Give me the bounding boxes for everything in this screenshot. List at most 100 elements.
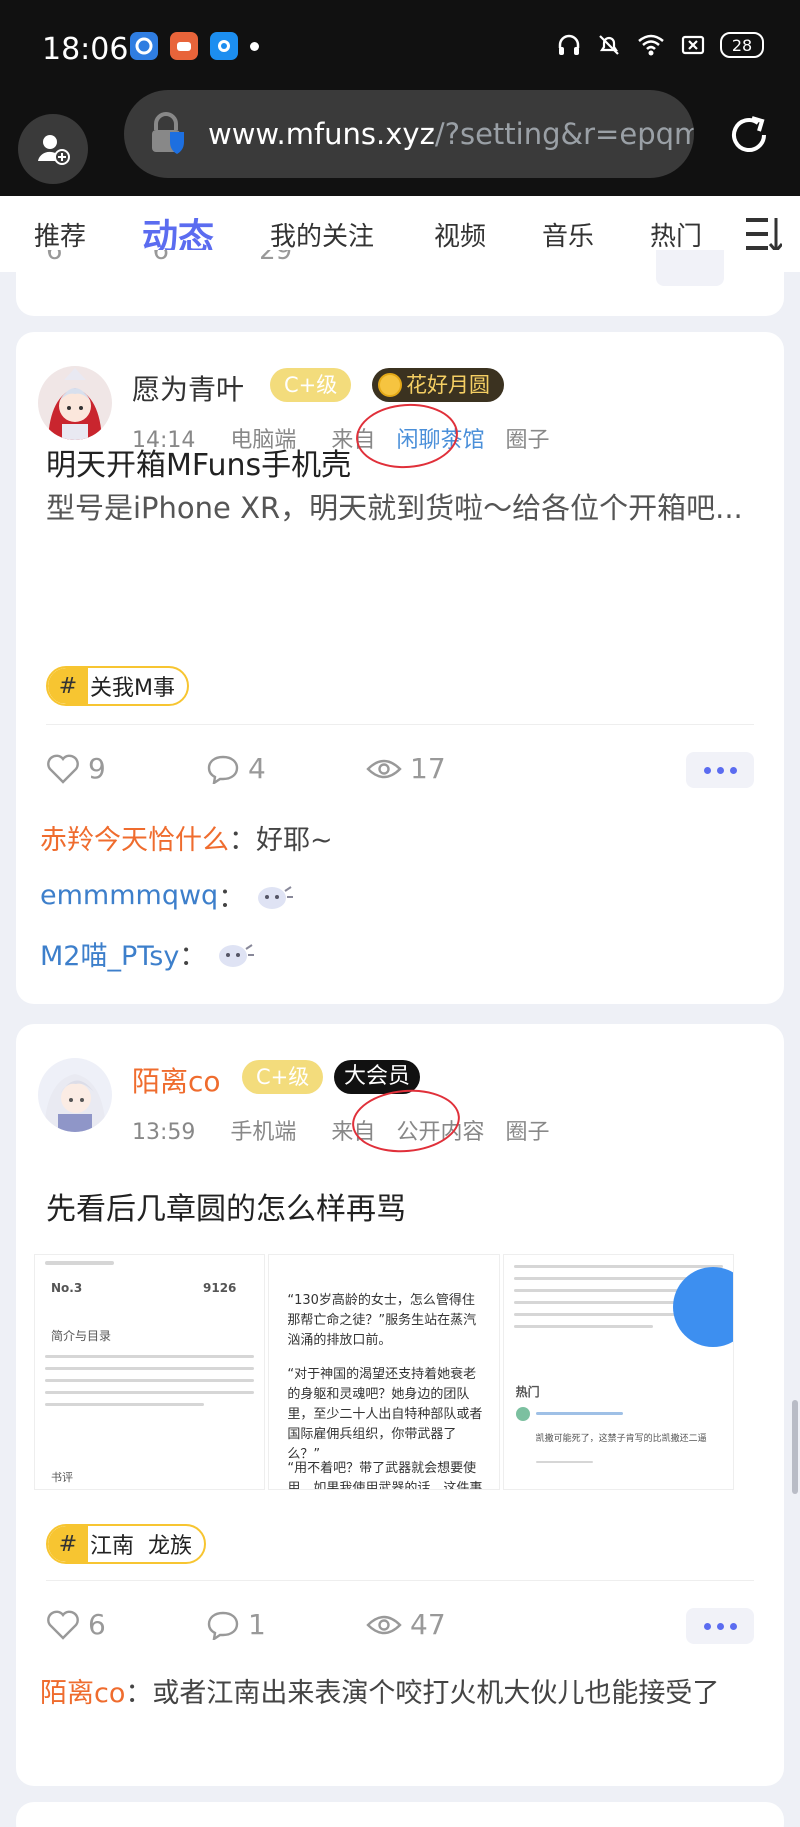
author-name[interactable]: 愿为青叶 [132,368,244,408]
tab-following[interactable]: 我的关注 [270,216,374,253]
comment-preview[interactable]: 陌离co：或者江南出来表演个咬打火机大伙儿也能接受了 [40,1672,760,1716]
gallery-image-book-info[interactable]: No.3 9126 简介与目录 书评 [34,1254,266,1490]
medal-badge: 花好月圆 [372,368,504,402]
divider [46,1580,754,1581]
tab-menu-icon[interactable] [744,214,782,254]
level-badge: C+级 [270,368,352,402]
author-name[interactable]: 陌离co [132,1060,221,1100]
battery-icon: 28 [720,32,764,58]
circle-suffix: 圈子 [505,428,550,453]
url-text: www.mfuns.xyz/?setting&r=epqm [208,117,694,151]
comment-text: ：或者江南出来表演个咬打火机大伙儿也能接受了 [125,1678,720,1709]
emoji-sticker-icon [258,885,294,909]
view-count: 47 [410,1608,446,1641]
views-stat: 47 [366,1608,446,1641]
heart-icon [47,1610,79,1640]
sim-off-icon [681,35,705,55]
gallery-image-comments[interactable]: 热门 凯撒可能死了，这禁子肯写的比凯撒还二逼 [502,1254,734,1490]
hash-icon: # [48,668,88,704]
gallery-image-book-text[interactable]: “130岁高龄的女士，怎么管得住那帮亡命之徒？”服务生站在蒸汽汹涌的排放口前。 … [268,1254,500,1490]
comment-count: 1 [248,1608,266,1641]
avatar[interactable] [38,366,112,440]
comment-text: ：好耶~ [229,825,333,856]
post-excerpt[interactable]: 型号是iPhone XR，明天就到货啦～给各位个开箱吧... [46,486,754,530]
add-user-icon [38,135,70,165]
tab-video[interactable]: 视频 [434,216,486,253]
previous-post-stats: 6 6 29 [46,250,292,280]
app2-notification-icon [210,32,238,60]
comment-preview[interactable]: emmmmqwq ： [40,876,295,915]
prev-view-count: 29 [259,250,293,266]
wifi-icon [638,34,664,56]
divider [46,724,754,725]
clock: 18:06 [42,32,129,67]
system-icons: 28 [556,32,764,58]
previous-post-card: 6 6 29 [16,250,784,316]
avatar[interactable] [38,1058,112,1132]
prev-comment-count: 6 [152,250,170,266]
comment-user[interactable]: M2喵_PTsy [40,934,179,973]
more-button[interactable] [686,1608,754,1644]
address-bar[interactable]: www.mfuns.xyz/?setting&r=epqm [124,90,694,178]
notification-icons [130,32,259,60]
mute-bell-icon [599,35,619,55]
like-count: 6 [88,1608,106,1641]
coin-icon [378,373,402,397]
post-card: 愿为青叶 C+级 花好月圆 14:14 电脑端 来自 闲聊茶馆 圈子 明天开箱M… [16,332,784,1004]
post-time: 13:59 [132,1120,196,1145]
comment-icon [207,755,239,784]
tab-music[interactable]: 音乐 [542,216,594,253]
medal-label: 花好月圆 [406,373,490,397]
eye-icon [366,1615,402,1634]
hashtag-chip[interactable]: # 江南 龙族 [46,1524,206,1564]
tab-recommend[interactable]: 推荐 [34,216,86,253]
eye-icon [366,759,402,778]
view-count: 17 [410,752,446,785]
comment-preview[interactable]: M2喵_PTsy ： [40,934,256,973]
hashtag-label: 关我M事 [90,676,175,701]
hashtag-chip[interactable]: # 关我M事 [46,666,189,706]
heart-icon [47,754,79,784]
more-notifications-dot [250,41,259,51]
comment-icon [207,1611,239,1640]
prev-like-count: 6 [46,250,63,266]
like-count: 9 [88,752,106,785]
game-notification-icon [170,32,198,60]
post-card: 陌离co C+级 大会员 13:59 手机端 来自 公开内容 圈子 先看后几章圆… [16,1024,784,1786]
comment-text: ： [179,941,207,972]
profile-button[interactable] [18,114,88,184]
circle-suffix: 圈子 [505,1120,550,1145]
comment-button[interactable]: 4 [206,752,266,785]
comment-preview[interactable]: 赤羚今天恰什么 ：好耶~ [40,818,333,857]
status-bar: 18:06 28 [0,0,800,88]
app-notification-icon [130,32,158,60]
post-title[interactable]: 先看后几章圆的怎么样再骂 [46,1184,406,1228]
emoji-sticker-icon [219,943,255,967]
tab-hot[interactable]: 热门 [650,216,702,253]
level-badge: C+级 [242,1060,324,1094]
post-device: 手机端 [230,1120,297,1145]
views-stat: 17 [366,752,446,785]
hash-icon: # [48,1526,88,1562]
prev-more-button[interactable] [656,250,724,286]
comment-text: ： [218,883,246,914]
hashtag-label: 江南 龙族 [90,1534,192,1559]
more-button[interactable] [686,752,754,788]
headphones-icon [558,34,580,55]
comment-user[interactable]: 赤羚今天恰什么 [40,818,229,857]
like-button[interactable]: 9 [46,752,106,785]
like-button[interactable]: 6 [46,1608,106,1641]
image-gallery: No.3 9126 简介与目录 书评 “130岁高龄的女士，怎么管得住那帮亡命之… [34,1254,734,1490]
reload-icon[interactable] [724,110,774,160]
comment-count: 4 [248,752,266,785]
scrollbar-thumb[interactable] [792,1400,798,1494]
comment-user[interactable]: emmmmqwq [40,880,218,911]
post-title[interactable]: 明天开箱MFuns手机壳 [46,440,351,484]
comment-user[interactable]: 陌离co [40,1678,125,1709]
lock-shield-icon [148,112,190,156]
next-post-card [16,1802,784,1827]
comment-button[interactable]: 1 [206,1608,266,1641]
browser-toolbar: www.mfuns.xyz/?setting&r=epqm [0,88,800,196]
post-meta: 13:59 手机端 来自 公开内容 圈子 [132,1114,549,1146]
red-ink-circle [353,400,461,472]
